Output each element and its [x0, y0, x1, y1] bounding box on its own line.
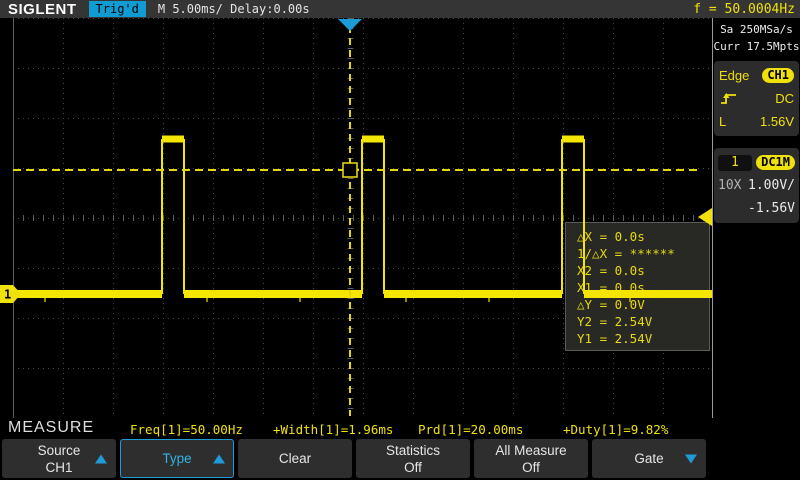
softkey-label: Type	[162, 450, 191, 467]
memory-depth: Curr 17.5Mpts	[713, 38, 800, 55]
gate-button[interactable]: Gate	[592, 439, 706, 478]
channel-coupling-badge: DC1M	[756, 155, 795, 170]
trigger-status-badge: Trig'd	[89, 1, 146, 17]
source-button[interactable]: SourceCH1	[2, 439, 116, 478]
top-status-bar: SIGLENT Trig'd M 5.00ms/ Delay:0.00s f =…	[0, 0, 800, 18]
softkey-label: Clear	[279, 450, 311, 467]
cursor-line-5: Y2 = 2.54V	[577, 313, 709, 330]
softkey-label: Gate	[634, 450, 663, 467]
probe-attenuation: 10X	[718, 178, 741, 193]
cursor-line-2: X2 = 0.0s	[577, 262, 709, 279]
frequency-counter: f = 50.0004Hz	[693, 2, 795, 17]
measurement-bar: MEASURE Freq[1]=50.00Hz +Width[1]=1.96ms P…	[0, 418, 800, 438]
cursor-line-4: △Y = 0.0V	[577, 296, 709, 313]
measurement-readout-2: Prd[1]=20.00ms	[418, 422, 523, 437]
softkey-sublabel: Off	[404, 459, 422, 476]
vertical-scale: 1.00V/	[748, 178, 795, 193]
softkey-label: All Measure	[495, 442, 566, 459]
measurement-readout-1: +Width[1]=1.96ms	[273, 422, 393, 437]
acquisition-info: Sa 250MSa/s Curr 17.5Mpts	[713, 21, 800, 55]
measurement-readout-3: +Duty[1]=9.82%	[563, 422, 668, 437]
timebase-readout: M 5.00ms/ Delay:0.00s	[158, 2, 310, 16]
trigger-type: Edge	[719, 68, 749, 83]
softkey-label: Statistics	[386, 442, 440, 459]
softkey-menu: SourceCH1TypeClearStatisticsOffAll Measu…	[0, 438, 800, 480]
cursor-line-6: Y1 = 2.54V	[577, 330, 709, 347]
all-measure-button[interactable]: All MeasureOff	[474, 439, 588, 478]
oscilloscope-screen: SIGLENT Trig'd M 5.00ms/ Delay:0.00s f =…	[0, 0, 800, 480]
channel1-panel[interactable]: 1 DC1M 10X 1.00V/ -1.56V	[714, 148, 799, 223]
softkey-label: Source	[38, 442, 81, 459]
measure-title: MEASURE	[8, 419, 94, 437]
down-arrow-icon	[685, 454, 697, 463]
graticule	[0, 18, 713, 418]
up-arrow-icon	[213, 454, 225, 463]
trigger-source-badge: CH1	[762, 68, 794, 83]
statistics-button[interactable]: StatisticsOff	[356, 439, 470, 478]
trigger-level-value: 1.56V	[760, 114, 794, 129]
channel-number-badge: 1	[718, 155, 752, 171]
cursor-line-3: X1 = 0.0s	[577, 279, 709, 296]
trigger-settings-panel[interactable]: Edge CH1 DC L 1.56V	[714, 61, 799, 136]
softkey-sublabel: CH1	[45, 459, 72, 476]
cursor-line-0: △X = 0.0s	[577, 228, 709, 245]
trigger-level-label: L	[719, 114, 726, 129]
cursor-line-1: 1/△X = ******	[577, 245, 709, 262]
clear-button[interactable]: Clear	[238, 439, 352, 478]
measurement-readout-0: Freq[1]=50.00Hz	[130, 422, 243, 437]
type-button[interactable]: Type	[120, 439, 234, 478]
cursor-readout-panel: △X = 0.0s1/△X = ******X2 = 0.0sX1 = 0.0s…	[565, 222, 710, 351]
sidebar: Sa 250MSa/s Curr 17.5Mpts Edge CH1 DC L …	[712, 18, 800, 418]
sample-rate: Sa 250MSa/s	[713, 21, 800, 38]
siglent-logo: SIGLENT	[8, 1, 77, 18]
up-arrow-icon	[95, 454, 107, 463]
trigger-coupling: DC	[775, 91, 794, 106]
vertical-offset: -1.56V	[748, 201, 795, 216]
softkey-sublabel: Off	[522, 459, 540, 476]
rising-edge-icon	[719, 92, 739, 106]
